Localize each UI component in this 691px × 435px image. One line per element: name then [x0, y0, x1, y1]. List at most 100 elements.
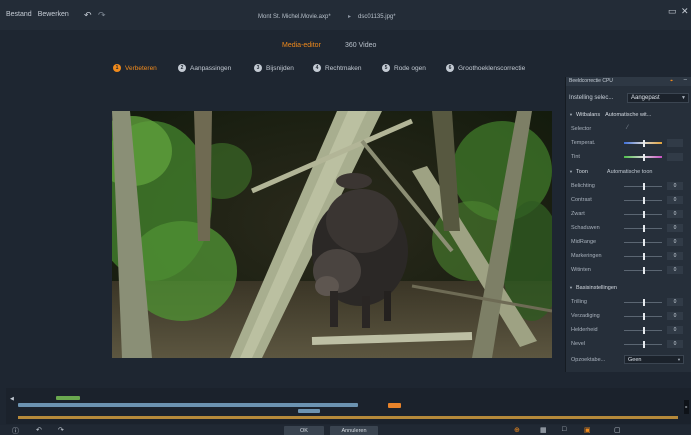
step-label: Bijsnijden: [266, 64, 294, 72]
step-label: Groothoeklenscorrectie: [458, 64, 526, 72]
pin-icon[interactable]: ⌖: [670, 78, 673, 84]
slider-row: Nevel 0: [569, 340, 690, 349]
caret-down-icon: ▼: [569, 169, 573, 174]
undo-icon[interactable]: ↶: [36, 426, 42, 434]
selector-row: Selector ⁄: [569, 125, 690, 134]
section-title: Basisinstellingen: [575, 284, 617, 291]
breadcrumb-arrow-icon: ▸: [348, 14, 352, 20]
slider-label: Witinten: [571, 267, 591, 273]
step-rechtmaken[interactable]: 4 Rechtmaken: [313, 64, 362, 72]
tab-360-video[interactable]: 360 Video: [345, 42, 376, 49]
timeline-marker[interactable]: [388, 403, 401, 408]
grid-icon[interactable]: ▦: [540, 426, 547, 434]
slider-thumb[interactable]: [643, 197, 645, 204]
crosshair-icon[interactable]: ⊕: [514, 426, 520, 434]
tab-media-editor[interactable]: Media-editor: [282, 42, 321, 49]
chevron-down-icon: ▼: [677, 357, 681, 362]
fullscreen-icon[interactable]: ▢: [614, 426, 621, 434]
step-groothoeklenscorrectie[interactable]: 6 Groothoeklenscorrectie: [446, 64, 525, 72]
timeline-scroll-icon[interactable]: ▸: [684, 400, 689, 414]
slider-label: Tint: [571, 154, 580, 160]
compare-icon[interactable]: ▣: [584, 426, 591, 434]
slider-row: Zwart 0: [569, 210, 690, 219]
info-icon[interactable]: ⓘ: [12, 426, 19, 435]
timeline-left-arrow-icon[interactable]: ◀: [10, 396, 14, 402]
minimize-icon[interactable]: ▭: [668, 6, 677, 17]
step-tabs: 1 Verbeteren 2 Aanpassingen 3 Bijsnijden…: [0, 64, 691, 76]
menu-bewerken[interactable]: Bewerken: [38, 11, 69, 18]
slider-row: Markeringen 0: [569, 252, 690, 261]
section-tone[interactable]: ▼ Toon Automatische toon: [569, 167, 652, 176]
file-title: dsc01135.jpg*: [358, 14, 396, 20]
step-rode-ogen[interactable]: 5 Rode ogen: [382, 64, 426, 72]
section-basic-settings[interactable]: ▼ Basisinstellingen: [569, 283, 617, 292]
slider-thumb[interactable]: [643, 267, 645, 274]
slider-thumb[interactable]: [643, 299, 645, 306]
slider-thumb[interactable]: [643, 183, 645, 190]
cancel-button[interactable]: Annuleren: [330, 426, 378, 435]
slider-thumb[interactable]: [643, 225, 645, 232]
ok-button[interactable]: OK: [284, 426, 324, 435]
slider-value[interactable]: 0: [667, 238, 683, 246]
bottom-bar: ⓘ ↶ ↷ OK Annuleren ⊕ ▦ □ ▣ ▢: [0, 425, 691, 435]
slider-label: Trilling: [571, 299, 587, 305]
auto-white-balance[interactable]: Automatische wit...: [605, 112, 651, 118]
slider-value[interactable]: 0: [667, 196, 683, 204]
slider-thumb[interactable]: [643, 313, 645, 320]
auto-tone[interactable]: Automatische toon: [607, 169, 653, 175]
slider-value[interactable]: 0: [667, 326, 683, 334]
slider-row-temperature: Temperat.: [569, 139, 690, 148]
step-number-icon: 6: [446, 64, 454, 72]
lookup-table-row: Opzoektabe... Geen ▼: [569, 355, 690, 365]
preset-select[interactable]: Aangepast ▼: [627, 93, 689, 103]
slider-label: MidRange: [571, 239, 597, 245]
timeline-clip[interactable]: [298, 409, 320, 413]
slider-value[interactable]: 0: [667, 252, 683, 260]
lookup-table-select[interactable]: Geen ▼: [624, 355, 684, 364]
fit-screen-icon[interactable]: □: [562, 426, 566, 433]
step-number-icon: 1: [113, 64, 121, 72]
eyedropper-icon[interactable]: ⁄: [627, 125, 628, 131]
timeline-clip[interactable]: [56, 396, 80, 400]
undo-icon[interactable]: ↶: [84, 10, 92, 21]
step-number-icon: 2: [178, 64, 186, 72]
slider-thumb[interactable]: [643, 341, 645, 348]
slider-value[interactable]: 0: [667, 266, 683, 274]
timeline[interactable]: ◀ ▸: [6, 388, 691, 424]
slider-label: Verzadiging: [571, 313, 600, 319]
menu-bestand[interactable]: Bestand: [6, 11, 32, 18]
slider-thumb[interactable]: [643, 327, 645, 334]
panel-close-icon[interactable]: –: [684, 77, 687, 83]
slider-row: Schaduwen 0: [569, 224, 690, 233]
panel-title: Beeldcorrectie CPU: [569, 78, 613, 84]
temperature-thumb[interactable]: [643, 140, 645, 147]
panel-header: Beeldcorrectie CPU ⌖ –: [566, 77, 691, 86]
temperature-value[interactable]: [667, 139, 683, 147]
slider-thumb[interactable]: [643, 239, 645, 246]
slider-thumb[interactable]: [643, 211, 645, 218]
slider-thumb[interactable]: [643, 253, 645, 260]
step-label: Rechtmaken: [325, 64, 362, 72]
timeline-track[interactable]: [18, 403, 358, 407]
timeline-audio-track[interactable]: [18, 416, 678, 419]
redo-icon[interactable]: ↷: [98, 10, 106, 21]
close-icon[interactable]: ✕: [681, 6, 689, 17]
tint-thumb[interactable]: [643, 154, 645, 161]
slider-value[interactable]: 0: [667, 210, 683, 218]
step-aanpassingen[interactable]: 2 Aanpassingen: [178, 64, 231, 72]
step-number-icon: 3: [254, 64, 262, 72]
slider-value[interactable]: 0: [667, 182, 683, 190]
menu-bar: Bestand Bewerken: [6, 11, 69, 18]
step-bijsnijden[interactable]: 3 Bijsnijden: [254, 64, 294, 72]
tint-value[interactable]: [667, 153, 683, 161]
step-verbeteren[interactable]: 1 Verbeteren: [113, 64, 157, 72]
project-title: Mont St. Michel.Movie.axp*: [258, 14, 331, 20]
slider-value[interactable]: 0: [667, 224, 683, 232]
slider-value[interactable]: 0: [667, 298, 683, 306]
slider-value[interactable]: 0: [667, 340, 683, 348]
section-title: Toon: [575, 168, 588, 175]
slider-value[interactable]: 0: [667, 312, 683, 320]
section-white-balance[interactable]: ▼ Witbalans Automatische wit...: [569, 110, 651, 119]
photo-preview[interactable]: [112, 111, 552, 358]
redo-icon[interactable]: ↷: [58, 426, 64, 434]
